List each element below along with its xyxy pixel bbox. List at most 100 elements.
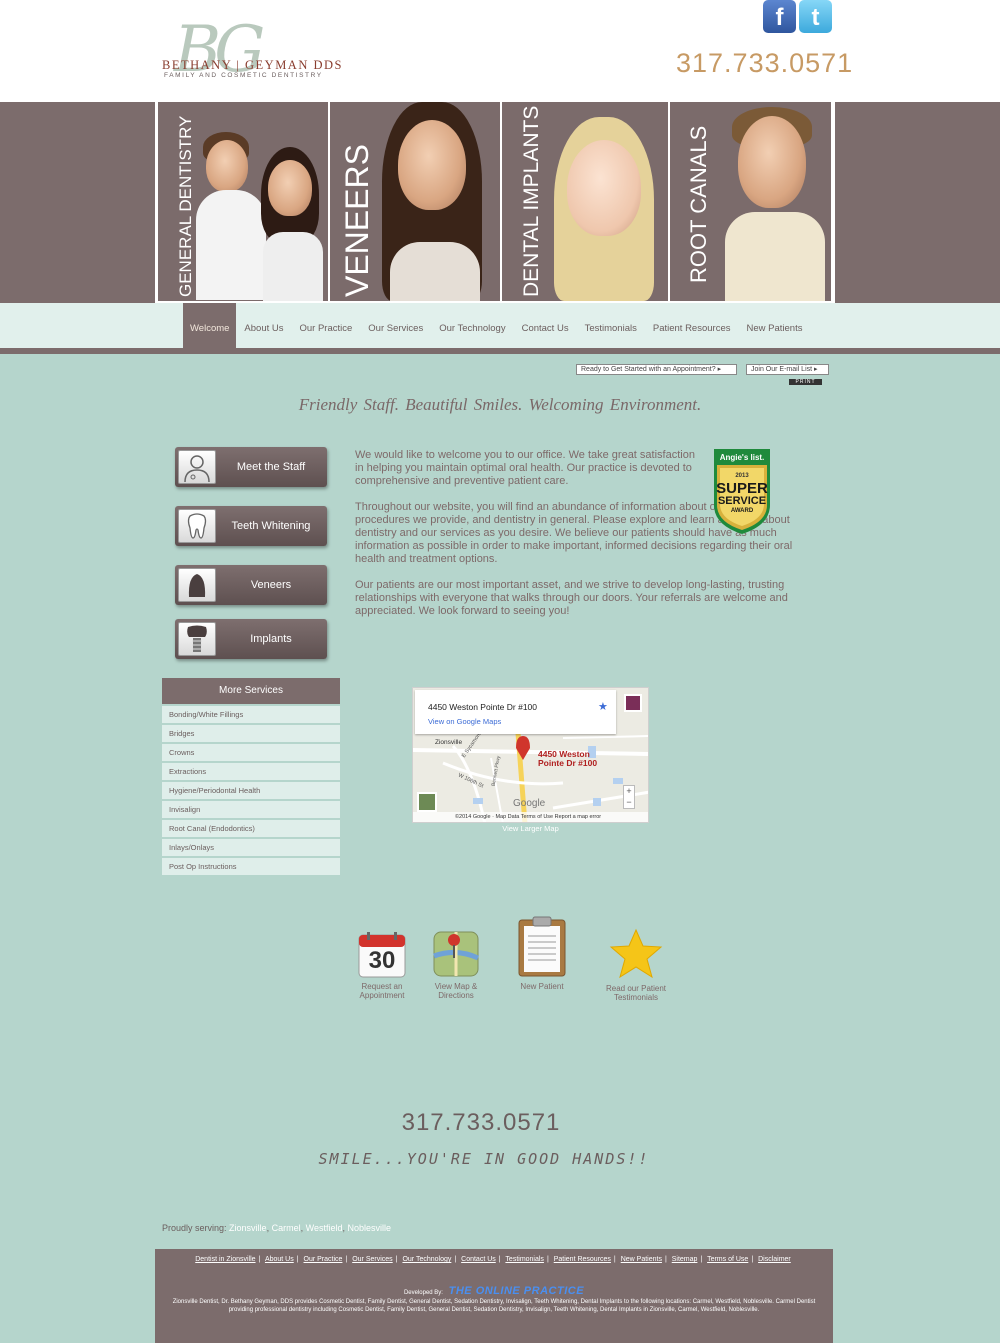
developed-by: Developed By: THE ONLINE PRACTICE xyxy=(155,1285,833,1297)
welcome-paragraph: Our patients are our most important asse… xyxy=(355,579,788,617)
footer-link[interactable]: Our Services xyxy=(352,1256,392,1263)
footer-phone[interactable]: 317.733.0571 xyxy=(0,1109,962,1137)
footer-link[interactable]: New Patients xyxy=(621,1256,662,1263)
bottom-icon-label: New Patient xyxy=(520,982,564,991)
banner-panel-dental-implants[interactable]: DENTAL IMPLANTS xyxy=(502,102,668,301)
more-services-title: More Services xyxy=(162,678,340,704)
developer-logo[interactable]: THE ONLINE PRACTICE xyxy=(449,1285,584,1297)
footer-description: Zionsville Dentist, Dr. Bethany Geyman, … xyxy=(172,1299,816,1313)
more-services-list: Bonding/White Fillings Bridges Crowns Ex… xyxy=(162,706,340,877)
logo-tagline: FAMILY AND COSMETIC DENTISTRY xyxy=(164,72,323,79)
footer-link[interactable]: Patient Resources xyxy=(554,1256,611,1263)
nav-our-services[interactable]: Our Services xyxy=(360,303,431,354)
nav-welcome[interactable]: Welcome xyxy=(183,303,237,354)
meet-the-staff-button[interactable]: Meet the Staff xyxy=(175,447,327,487)
google-map[interactable]: Zionsville E Sycamore W 106th St Bennett… xyxy=(412,687,649,823)
serving-city-link[interactable]: Westfield xyxy=(306,1223,343,1233)
nav-our-technology[interactable]: Our Technology xyxy=(431,303,513,354)
footer-link[interactable]: Contact Us xyxy=(461,1256,496,1263)
veneers-button[interactable]: Veneers xyxy=(175,565,327,605)
facebook-icon[interactable]: f xyxy=(763,0,796,33)
serving-city-link[interactable]: Zionsville xyxy=(229,1223,267,1233)
more-services-item[interactable]: Bonding/White Fillings xyxy=(162,706,340,723)
badge-brand: Angie's list. xyxy=(719,453,765,462)
star-icon[interactable]: ★ xyxy=(598,700,608,713)
badge-year: 2013 xyxy=(735,473,749,479)
more-services-item[interactable]: Bridges xyxy=(162,725,340,742)
footer-link[interactable]: Terms of Use xyxy=(707,1256,748,1263)
implant-icon xyxy=(178,622,216,656)
bottom-icon-label: Read our Patient Testimonials xyxy=(605,984,667,1002)
practice-logo[interactable]: BG BETHANY | GEYMAN DDS FAMILY AND COSME… xyxy=(160,10,342,95)
footer-link[interactable]: About Us xyxy=(265,1256,294,1263)
map-address: 4450 Weston Pointe Dr #100 xyxy=(428,702,537,712)
star-icon xyxy=(609,928,663,980)
zoom-controls[interactable]: + − xyxy=(623,785,635,809)
print-button[interactable]: PRINT xyxy=(789,379,822,385)
header-phone[interactable]: 317.733.0571 xyxy=(676,48,853,79)
more-services-item[interactable]: Crowns xyxy=(162,744,340,761)
footer-link[interactable]: Disclaimer xyxy=(758,1256,791,1263)
nav-our-practice[interactable]: Our Practice xyxy=(292,303,361,354)
calendar-number: 30 xyxy=(368,947,396,974)
testimonials-link[interactable]: Read our Patient Testimonials xyxy=(592,928,680,1002)
banner: GENERAL DENTISTRY VENEERS DENTAL IMPLANT… xyxy=(155,102,835,303)
model-photo xyxy=(268,160,312,216)
badge-line1: SUPER xyxy=(716,480,768,497)
bottom-icon-label: View Map & Directions xyxy=(434,982,478,1000)
teeth-whitening-button[interactable]: Teeth Whitening xyxy=(175,506,327,546)
more-services-item[interactable]: Hygiene/Periodontal Health xyxy=(162,782,340,799)
banner-panel-general-dentistry[interactable]: GENERAL DENTISTRY xyxy=(158,102,328,301)
angies-list-badge[interactable]: Angie's list. 2013 SUPER SERVICE AWARD xyxy=(710,447,774,535)
avatar[interactable] xyxy=(624,694,642,712)
nav-about-us[interactable]: About Us xyxy=(236,303,291,354)
view-on-google-maps-link[interactable]: View on Google Maps xyxy=(428,717,501,726)
more-services-item[interactable]: Post Op Instructions xyxy=(162,858,340,875)
view-map-directions-link[interactable]: View Map & Directions xyxy=(412,928,500,1000)
tooth-icon xyxy=(178,509,216,543)
email-list-button[interactable]: Join Our E-mail List ▸ xyxy=(746,364,829,375)
map-info-card: 4450 Weston Pointe Dr #100 View on Googl… xyxy=(415,690,616,734)
clipboard-icon xyxy=(517,916,567,978)
veneer-icon xyxy=(178,568,216,602)
footer-link[interactable]: Our Practice xyxy=(304,1256,343,1263)
banner-panel-root-canals[interactable]: ROOT CANALS xyxy=(670,102,831,301)
nav-testimonials[interactable]: Testimonials xyxy=(577,303,645,354)
banner-label: DENTAL IMPLANTS xyxy=(520,105,543,297)
nav-contact-us[interactable]: Contact Us xyxy=(514,303,577,354)
more-services-item[interactable]: Extractions xyxy=(162,763,340,780)
map-pin-label: 4450 Weston Pointe Dr #100 xyxy=(538,750,597,768)
more-services-item[interactable]: Inlays/Onlays xyxy=(162,839,340,856)
footer-link[interactable]: Testimonials xyxy=(505,1256,544,1263)
footer-link[interactable]: Dentist in Zionsville xyxy=(195,1256,255,1263)
footer-link[interactable]: Sitemap xyxy=(672,1256,698,1263)
nav-patient-resources[interactable]: Patient Resources xyxy=(645,303,739,354)
satellite-toggle[interactable] xyxy=(417,792,437,812)
slogan: SMILE...YOU'RE IN GOOD HANDS!! xyxy=(318,1150,650,1168)
twitter-icon[interactable]: t xyxy=(799,0,832,33)
logo-name: BETHANY | GEYMAN DDS xyxy=(162,58,343,72)
more-services-item[interactable]: Root Canal (Endodontics) xyxy=(162,820,340,837)
footer-links: Dentist in Zionsville | About Us | Our Pra… xyxy=(195,1256,791,1263)
service-label: Teeth Whitening xyxy=(231,520,311,532)
badge-line2: SERVICE xyxy=(717,495,767,507)
serving-prefix: Proudly serving: xyxy=(162,1223,227,1233)
new-patient-link[interactable]: New Patient xyxy=(498,916,586,991)
view-larger-map-link[interactable]: View Larger Map xyxy=(412,824,649,833)
banner-panel-veneers[interactable]: VENEERS xyxy=(330,102,500,301)
more-services-item[interactable]: Invisalign xyxy=(162,801,340,818)
service-label: Meet the Staff xyxy=(236,461,306,473)
banner-label: VENEERS xyxy=(339,144,375,297)
appointment-button[interactable]: Ready to Get Started with an Appointment… xyxy=(576,364,737,375)
map-icon xyxy=(432,928,480,978)
footer: Dentist in Zionsville | About Us | Our Pra… xyxy=(155,1249,833,1343)
footer-link[interactable]: Our Technology xyxy=(402,1256,451,1263)
serving-city-link[interactable]: Carmel xyxy=(272,1223,301,1233)
service-label: Veneers xyxy=(250,579,292,591)
staff-icon xyxy=(178,450,216,484)
map-pin-label-line: Pointe Dr #100 xyxy=(538,758,598,768)
proudly-serving: Proudly serving: Zionsville, Carmel, Wes… xyxy=(162,1223,392,1233)
nav-new-patients[interactable]: New Patients xyxy=(738,303,810,354)
serving-city-link[interactable]: Noblesville xyxy=(347,1223,391,1233)
implants-button[interactable]: Implants xyxy=(175,619,327,659)
